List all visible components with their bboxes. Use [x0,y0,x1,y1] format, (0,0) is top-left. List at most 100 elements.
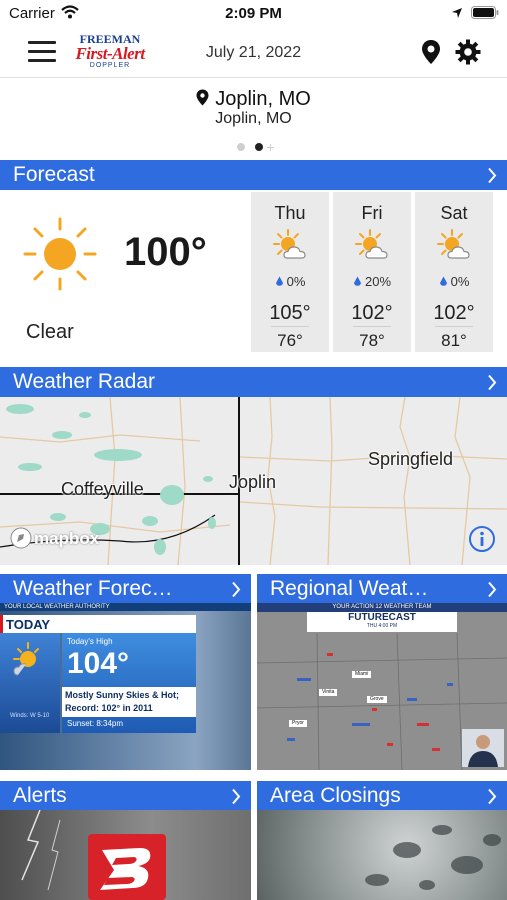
map-label-springfield: Springfield [368,449,454,469]
logo-sub: DOPPLER [89,62,131,69]
precip-value: 0% [286,274,306,289]
partly-cloudy-icon [13,642,39,676]
info-icon[interactable] [468,525,496,553]
divider [353,326,391,327]
page-indicator[interactable]: + [0,138,507,154]
battery-icon [471,6,499,24]
today-description: Mostly Sunny Skies & Hot; Record: 102° i… [62,687,196,717]
mapbox-label: mapbox [34,529,100,548]
sunset-label: Sunset: 8:34pm [67,719,124,728]
today-high-card: Today's High 104° Mostly Sunny Skies & H… [62,633,196,733]
day-low: 78° [359,331,385,350]
add-location-icon[interactable]: + [266,140,274,154]
forecast-header[interactable]: Forecast [0,160,507,190]
chevron-right-icon [488,374,497,391]
precip-value: 0% [450,274,470,289]
sun-icon [23,217,97,291]
location-subtitle: Joplin, MO [215,110,292,127]
partly-cloudy-icon [437,229,470,259]
alerts-thumbnail[interactable] [0,810,251,900]
day-name: Thu [274,203,306,223]
chevron-right-icon [232,788,241,805]
today-high-value: 104° [67,647,130,680]
precip-value: 20% [364,274,392,289]
radar-header[interactable]: Weather Radar [0,367,507,397]
location-pin-icon[interactable] [421,39,441,70]
regional-weather-header[interactable]: Regional Weat… [257,574,507,604]
map-label-coffeyville: Coffeyville [61,479,144,499]
weather-forecast-video-thumbnail[interactable]: YOUR LOCAL WEATHER AUTHORITY TODAY Winds… [0,603,251,770]
forecast-day[interactable]: Sat 0% 102° 81° [415,192,493,352]
current-temperature: 100° [124,230,207,274]
gear-icon[interactable] [455,39,481,70]
precip-chance: 0% [415,274,493,289]
status-bar: Carrier 2:09 PM [0,0,507,28]
precip-chance: 0% [251,274,329,289]
day-name: Fri [361,203,383,223]
weather-forecast-title: Weather Forec… [13,577,173,600]
radar-title: Weather Radar [13,370,156,393]
area-closings-thumbnail[interactable] [257,810,507,900]
presenter-image [468,735,498,767]
page-dot[interactable] [237,142,246,151]
today-high-label: Today's High [67,637,113,646]
chevron-right-icon [488,581,497,598]
location-title: Joplin, MO [0,88,507,111]
alert-logo [88,834,166,900]
presenter-inset [462,729,504,767]
day-name: Sat [440,203,468,223]
raindrop-icon [275,276,283,286]
mapbox-logo[interactable]: mapbox [10,527,99,549]
map-city-label: Pryor [289,720,307,727]
forecast-panel[interactable]: 100° Clear Thu 0% 105° 76° Fri 20% 102° … [0,190,507,356]
video-strip: YOUR ACTION 12 WEATHER TEAM [257,603,507,612]
location-block[interactable]: Joplin, MO Joplin, MO + [0,80,507,158]
raindrop-icon [439,276,447,286]
day-low: 81° [441,331,467,350]
futurecast-time: THU 4:00 PM [366,623,398,629]
current-condition: Clear [26,321,74,343]
chevron-right-icon [232,581,241,598]
day-low: 76° [277,331,303,350]
today-banner: TODAY [0,615,196,633]
radar-map[interactable]: Coffeyville Joplin Springfield mapbox [0,397,507,565]
winds-label: Winds: W 5-10 [10,713,50,719]
partly-cloudy-icon [273,229,306,259]
today-label: TODAY [6,617,51,632]
icy-road-image [365,825,501,890]
day-high: 102° [351,302,393,324]
map-city-label: Miami [352,671,372,678]
alerts-header[interactable]: Alerts [0,781,251,811]
map-label-joplin: Joplin [229,472,277,492]
futurecast-headline: FUTURECAST [348,612,416,623]
chevron-right-icon [488,167,497,184]
status-time: 2:09 PM [225,5,282,22]
page-dot-active[interactable] [255,142,264,151]
raindrop-icon [353,276,361,286]
location-arrow-icon [451,6,463,24]
regional-weather-video-thumbnail[interactable]: YOUR ACTION 12 WEATHER TEAM FUTURECAST T… [257,603,507,770]
divider [435,326,473,327]
location-pin-small-icon [196,89,209,106]
day-high: 102° [433,302,475,324]
futurecast-title: FUTURECAST THU 4:00 PM [307,612,457,632]
area-closings-title: Area Closings [270,784,401,807]
day-high: 105° [269,302,311,324]
chevron-right-icon [488,788,497,805]
forecast-day[interactable]: Thu 0% 105° 76° [251,192,329,352]
map-city-label: Vinita [319,689,338,696]
partly-cloudy-icon [355,229,388,259]
location-city: Joplin, MO [215,88,311,110]
weather-forecast-header[interactable]: Weather Forec… [0,574,251,604]
area-closings-header[interactable]: Area Closings [257,781,507,811]
alerts-title: Alerts [13,784,67,807]
video-strip: YOUR LOCAL WEATHER AUTHORITY [0,603,251,611]
forecast-day[interactable]: Fri 20% 102° 78° [333,192,411,352]
alert-brand-icon [100,848,151,890]
map-city-label: Grove [367,696,387,703]
forecast-title: Forecast [13,163,95,186]
divider [271,326,309,327]
video-sun-panel: Winds: W 5-10 [0,633,60,733]
mapbox-icon [10,527,32,549]
precip-chance: 20% [333,274,411,289]
